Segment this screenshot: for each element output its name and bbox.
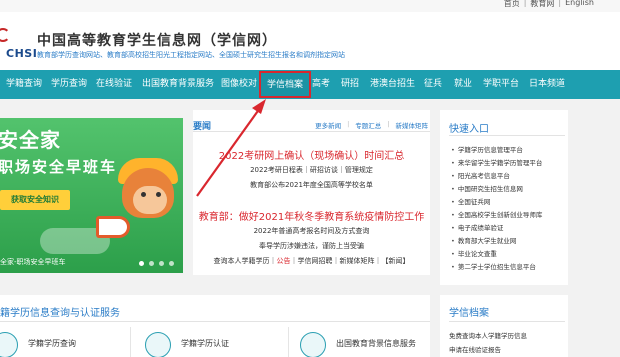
news-links: 更多新闻 | 专题汇总 | 新媒体矩阵 (315, 120, 428, 130)
quick-link[interactable]: 第二学士学位招生信息平台 (451, 261, 536, 271)
quick-link[interactable]: 学籍学历信息管理平台 (451, 144, 523, 154)
news-link[interactable]: 2022考研日程表｜研招访谈｜管理规定 (193, 165, 430, 175)
news-link[interactable]: 查询本人学籍学历｜ (214, 257, 277, 265)
archive-panel: 学信档案 免费查询本人学籍学历信息 申请在线验证报告 (440, 295, 568, 357)
news-link-row: 查询本人学籍学历｜公告｜学信网招聘｜新媒体矩阵｜【新闻】 (193, 256, 430, 266)
verify-services-title: 籍学历信息查询与认证服务 (0, 308, 120, 319)
nav-item-yanzhao[interactable]: 研招 (341, 70, 359, 99)
nav-item-japan[interactable]: 日本频道 (529, 70, 565, 99)
nav-item-military[interactable]: 征兵 (424, 70, 442, 99)
site-header: CHSI 中国高等教育学生信息网（学信网） 教育部学历查询网站、教育部高校招生阳… (0, 12, 620, 70)
divider: | (347, 120, 350, 128)
service-cert-link[interactable]: 学籍学历认证 (181, 338, 229, 349)
nav-item-xueli[interactable]: 学历查询 (51, 70, 87, 99)
document-icon[interactable] (300, 332, 326, 357)
divider: | (558, 0, 562, 7)
headline-link[interactable]: 2022考研网上确认（现场确认）时间汇总 (193, 147, 430, 162)
news-link[interactable]: 教育部公布2021年度全国高等学校名单 (193, 180, 430, 190)
banner-title: 安全家 (0, 128, 61, 152)
home-link[interactable]: 首页 (504, 0, 520, 9)
media-matrix-link[interactable]: 新媒体矩阵 (396, 120, 429, 130)
carousel-dot[interactable] (169, 261, 174, 266)
promo-banner[interactable]: 安全家 职场安全早班车 获取安全知识 全家-职场安全早班车 (0, 118, 183, 273)
quick-link[interactable]: 全国征兵网 (451, 196, 491, 206)
logo-text[interactable]: CHSI (6, 47, 37, 60)
banner-subtitle: 职场安全早班车 (0, 158, 118, 176)
nav-item-hmt[interactable]: 港澳台招生 (370, 70, 415, 99)
megaphone-icon (96, 216, 130, 238)
mascot-eye-icon (156, 192, 161, 197)
divider (0, 321, 430, 322)
nav-item-jobs[interactable]: 就业 (454, 70, 472, 99)
divider (193, 131, 430, 132)
news-link[interactable]: 2022年普通高考报名时间及方式查询 (193, 226, 430, 236)
more-news-link[interactable]: 更多新闻 (315, 120, 341, 130)
quick-link[interactable]: 来华留学生学籍学历管理平台 (451, 157, 543, 167)
nav-item-verify[interactable]: 在线验证 (96, 70, 132, 99)
mascot-eye-icon (141, 192, 146, 197)
notice-link[interactable]: 公告 (277, 257, 291, 265)
quick-link[interactable]: 毕业论文查重 (451, 248, 497, 258)
page: 首页 | 教育网 | English CHSI 中国高等教育学生信息网（学信网）… (0, 0, 620, 357)
divider (449, 321, 565, 322)
carousel-dot[interactable] (149, 261, 154, 266)
carousel-dot[interactable] (139, 261, 144, 266)
carousel-dot[interactable] (159, 261, 164, 266)
quick-access-title: 快速入口 (449, 124, 489, 135)
nav-item-xueji[interactable]: 学籍查询 (6, 70, 42, 99)
quick-link[interactable]: 全国高校学生创新创业导师库 (451, 209, 543, 219)
site-title[interactable]: 中国高等教育学生信息网（学信网） (37, 30, 277, 50)
archive-link[interactable]: 免费查询本人学籍学历信息 (449, 330, 527, 340)
query-icon[interactable] (0, 332, 18, 357)
quick-link[interactable]: 阳光高考信息平台 (451, 170, 510, 180)
quick-link[interactable]: 电子成绩单验证 (451, 222, 504, 232)
banner-caption: 全家-职场安全早班车 (0, 258, 66, 266)
news-link[interactable]: ｜学信网招聘｜新媒体矩阵｜【新闻】 (291, 257, 410, 265)
nav-item-overseas[interactable]: 出国教育背景服务 (142, 70, 214, 99)
top-links: 首页 | 教育网 | English (504, 0, 594, 9)
divider (449, 135, 565, 136)
edu-link[interactable]: 教育网 (530, 0, 554, 9)
archive-title: 学信档案 (449, 308, 489, 319)
certificate-icon[interactable] (145, 332, 171, 357)
quick-access-panel: 快速入口 学籍学历信息管理平台 来华留学生学籍学历管理平台 阳光高考信息平台 中… (440, 110, 568, 285)
quick-link[interactable]: 中国研究生招生信息网 (451, 183, 523, 193)
quick-link[interactable]: 教育部大学生就业网 (451, 235, 517, 245)
service-query-link[interactable]: 学籍学历查询 (28, 338, 76, 349)
news-link[interactable]: 奉导学历涉嫌违法，谨防上当受骗 (193, 241, 430, 251)
nav-item-gaokao[interactable]: 高考 (312, 70, 330, 99)
news-panel: 要闻 更多新闻 | 专题汇总 | 新媒体矩阵 2022考研网上确认（现场确认）时… (193, 110, 430, 275)
service-overseas-link[interactable]: 出国教育背景信息服务 (336, 338, 416, 349)
divider (130, 327, 131, 357)
mascot-face-icon (133, 186, 167, 214)
divider (288, 327, 289, 357)
site-subtitle: 教育部学历查询网站、教育部高校招生阳光工程指定网站、全国硕士研究生招生报名和调剂… (37, 51, 345, 59)
top-bar: 首页 | 教育网 | English (0, 0, 620, 12)
verify-services-panel: 籍学历信息查询与认证服务 学籍学历查询 学籍学历认证 出国教育背景信息服务 (0, 295, 430, 357)
logo-icon[interactable] (0, 28, 10, 42)
headline-link[interactable]: 教育部：做好2021年秋冬季教育系统疫情防控工作 (193, 208, 430, 223)
topics-link[interactable]: 专题汇总 (355, 120, 381, 130)
nav-item-career[interactable]: 学职平台 (483, 70, 519, 99)
archive-link[interactable]: 申请在线验证报告 (449, 344, 501, 354)
english-link[interactable]: English (565, 0, 594, 9)
divider: | (387, 120, 390, 128)
nav-item-image-check[interactable]: 图像校对 (221, 70, 257, 99)
divider: | (523, 0, 527, 7)
main-nav: 学籍查询 学历查询 在线验证 出国教育背景服务 图像校对 学信档案 高考 研招 … (0, 70, 620, 99)
banner-button[interactable]: 获取安全知识 (0, 190, 70, 210)
nav-item-archive[interactable]: 学信档案 (259, 71, 312, 98)
